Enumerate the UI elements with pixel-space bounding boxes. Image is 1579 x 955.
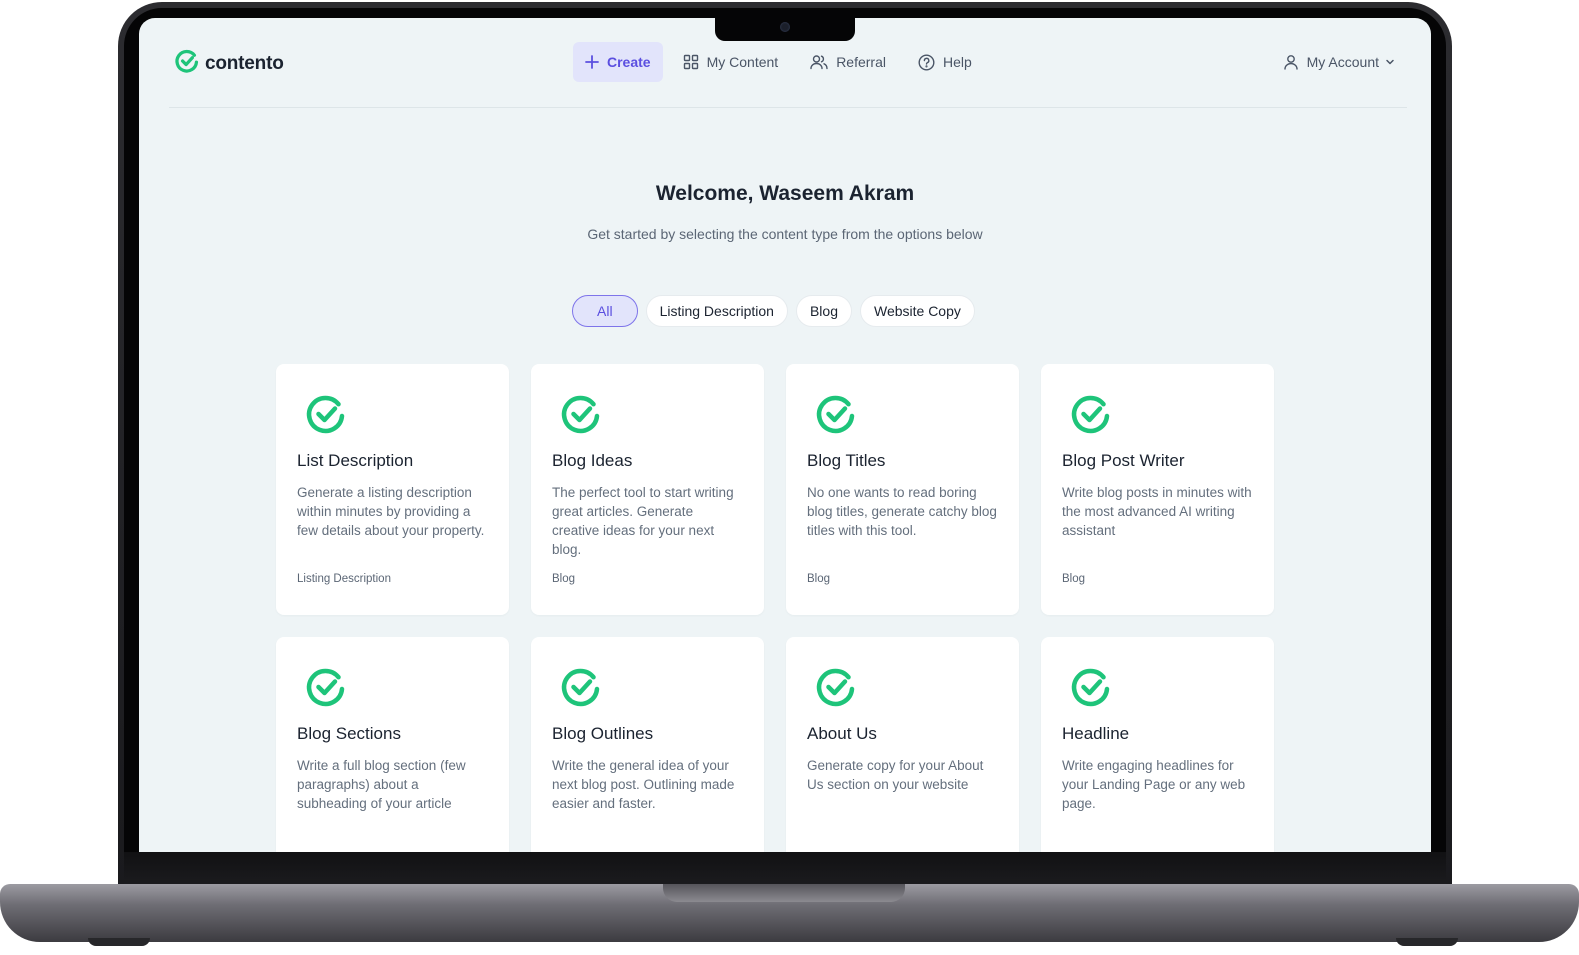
- card-list-description[interactable]: List Description Generate a listing desc…: [276, 364, 509, 615]
- card-description: Write a full blog section (few paragraph…: [297, 758, 466, 811]
- brand-logo[interactable]: contento: [174, 48, 284, 79]
- card-title: List Description: [297, 451, 414, 470]
- main-nav: Create My Content Referral Help: [573, 42, 992, 82]
- contento-check-icon: [814, 392, 998, 436]
- nav-my-content-label: My Content: [706, 54, 779, 70]
- nav-create-label: Create: [607, 54, 651, 70]
- card-headline[interactable]: Headline Write engaging headlines for yo…: [1041, 637, 1274, 852]
- grid-icon: [683, 54, 698, 70]
- card-category-tag: Listing Description: [297, 573, 391, 585]
- card-title: Blog Titles: [807, 451, 886, 470]
- card-description: Write the general idea of your next blog…: [552, 758, 735, 811]
- category-filters: All Listing Description Blog Website Cop…: [572, 295, 983, 327]
- contento-check-icon: [814, 665, 998, 709]
- card-blog-sections[interactable]: Blog Sections Write a full blog section …: [276, 637, 509, 852]
- nav-create[interactable]: Create: [573, 42, 663, 82]
- card-description: Write engaging headlines for your Landin…: [1062, 758, 1246, 811]
- nav-referral[interactable]: Referral: [798, 42, 898, 82]
- card-category-tag: Blog: [552, 573, 576, 585]
- contento-check-icon: [1069, 665, 1253, 709]
- laptop-foot-right: [1396, 938, 1458, 946]
- filter-blog[interactable]: Blog: [795, 295, 852, 327]
- contento-check-icon: [559, 665, 743, 709]
- card-title: Blog Ideas: [552, 451, 633, 470]
- nav-help[interactable]: Help: [906, 42, 984, 82]
- user-icon: [1283, 55, 1298, 70]
- card-description: Generate copy for your About Us section …: [807, 758, 984, 792]
- card-title: Blog Outlines: [552, 724, 654, 743]
- users-icon: [810, 55, 828, 70]
- card-title: About Us: [807, 724, 877, 743]
- contento-logo-icon: [174, 48, 200, 79]
- nav-referral-label: Referral: [836, 54, 886, 70]
- my-account-label: My Account: [1306, 54, 1379, 70]
- chevron-down-icon: [1386, 59, 1394, 65]
- camera-icon: [780, 22, 790, 32]
- card-blog-titles[interactable]: Blog Titles No one wants to read boring …: [786, 364, 1019, 615]
- card-category-tag: Blog: [807, 573, 831, 585]
- card-about-us[interactable]: About Us Generate copy for your About Us…: [786, 637, 1019, 852]
- filter-website-copy[interactable]: Website Copy: [859, 295, 975, 327]
- contento-check-icon: [304, 665, 488, 709]
- laptop-foot-left: [88, 938, 150, 946]
- welcome-subtitle: Get started by selecting the content typ…: [587, 226, 983, 242]
- filter-listing-description[interactable]: Listing Description: [645, 295, 788, 327]
- nav-my-content[interactable]: My Content: [671, 42, 791, 82]
- nav-help-label: Help: [942, 54, 972, 70]
- card-blog-outlines[interactable]: Blog Outlines Write the general idea of …: [531, 637, 764, 852]
- my-account-menu[interactable]: My Account: [1283, 42, 1395, 82]
- card-description: Generate a listing description within mi…: [297, 485, 485, 538]
- card-description: The perfect tool to start writing great …: [552, 485, 734, 557]
- plus-icon: [585, 55, 599, 69]
- laptop-base-notch: [663, 884, 905, 902]
- card-category-tag: Blog: [1062, 573, 1086, 585]
- card-blog-post-writer[interactable]: Blog Post Writer Write blog posts in min…: [1041, 364, 1274, 615]
- card-blog-ideas[interactable]: Blog Ideas The perfect tool to start wri…: [531, 364, 764, 615]
- card-description: No one wants to read boring blog titles,…: [807, 485, 997, 538]
- app-screen: contento Create My Content Referral Help: [139, 18, 1431, 852]
- card-title: Blog Post Writer: [1062, 451, 1185, 470]
- camera-notch: [715, 16, 855, 41]
- card-title: Headline: [1062, 724, 1130, 743]
- welcome-title: Welcome, Waseem Akram: [655, 182, 915, 205]
- contento-check-icon: [304, 392, 488, 436]
- card-title: Blog Sections: [297, 724, 401, 743]
- filter-all[interactable]: All: [572, 295, 638, 327]
- laptop-chin: [124, 852, 1446, 888]
- contento-check-icon: [559, 392, 743, 436]
- card-description: Write blog posts in minutes with the mos…: [1062, 485, 1252, 538]
- help-circle-icon: [918, 53, 935, 71]
- brand-name: contento: [205, 52, 284, 74]
- contento-check-icon: [1069, 392, 1253, 436]
